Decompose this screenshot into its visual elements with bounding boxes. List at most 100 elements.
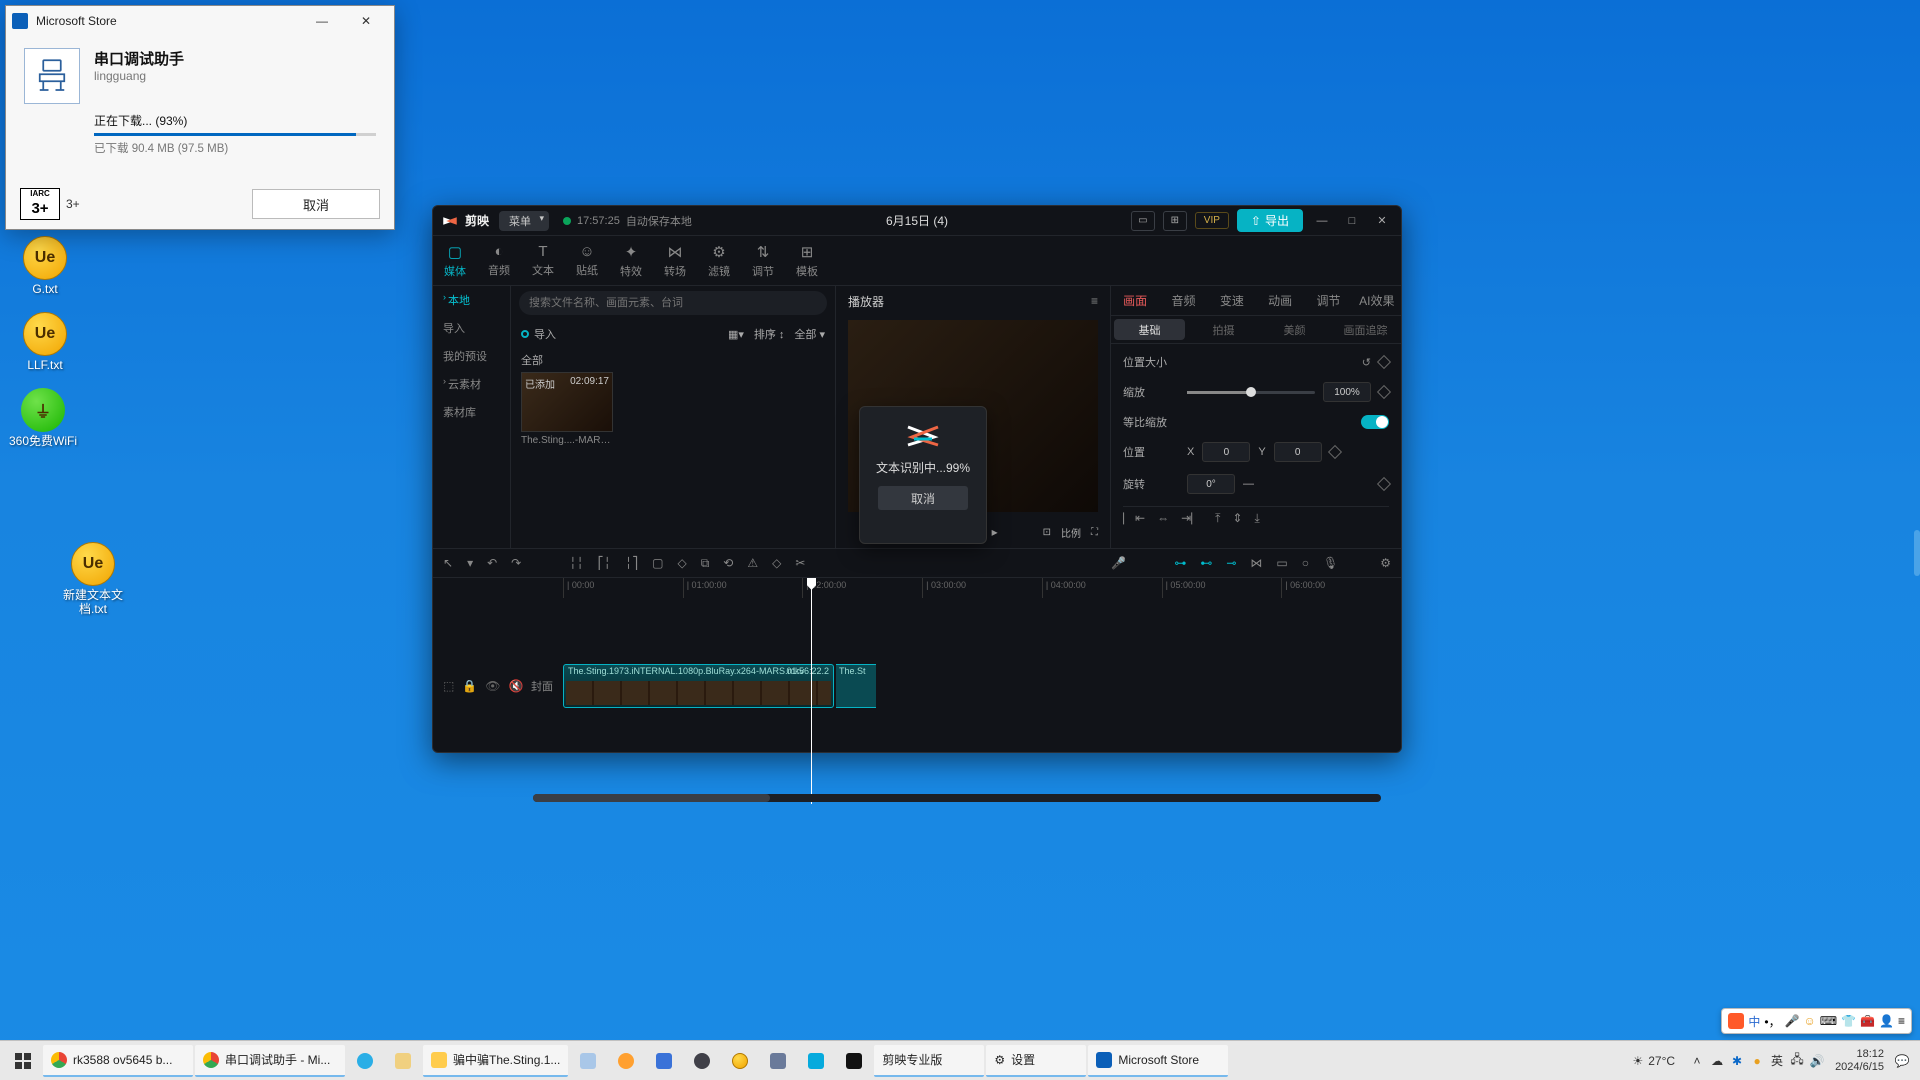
taskbar-notepad[interactable] (570, 1045, 606, 1077)
start-button[interactable] (4, 1045, 42, 1077)
eye-icon[interactable]: 👁 (485, 679, 500, 693)
primary-tab-模板[interactable]: ⊞模板 (785, 236, 829, 285)
lock2-icon[interactable]: 🔒 (462, 679, 477, 693)
vip-badge[interactable]: VIP (1195, 212, 1229, 229)
taskbar-app-3[interactable] (608, 1045, 644, 1077)
taskbar-ue[interactable] (722, 1045, 758, 1077)
tray-bluetooth-icon[interactable]: ✱ (1729, 1053, 1745, 1069)
snap-icon[interactable]: ⊶ (1174, 556, 1186, 570)
taskbar-folder[interactable]: 骗中骗The.Sting.1... (423, 1045, 568, 1077)
sidebar-item-本地[interactable]: ›本地 (433, 286, 510, 314)
editor-close-button[interactable]: ✕ (1371, 211, 1393, 231)
cover-label[interactable]: 封面 (521, 678, 563, 694)
lock-ratio-toggle[interactable] (1361, 415, 1389, 429)
keyframe-icon[interactable] (1328, 445, 1342, 459)
sub-tab-拍摄[interactable]: 拍摄 (1188, 316, 1259, 343)
view-grid-icon[interactable]: ▦▾ (728, 328, 744, 341)
sidebar-item-云素材[interactable]: ›云素材 (433, 370, 510, 398)
scale-slider[interactable] (1187, 391, 1315, 394)
editor-minimize-button[interactable]: — (1311, 211, 1333, 231)
tray-ime-icon[interactable]: 英 (1769, 1053, 1785, 1069)
crop-preview-icon[interactable]: ⊡ (1043, 527, 1051, 538)
filter-button[interactable]: 全部 ▾ (794, 326, 825, 342)
magnet-icon[interactable]: ⊷ (1200, 556, 1212, 570)
tray-network-icon[interactable]: 🖧 (1789, 1053, 1805, 1069)
editor-maximize-button[interactable]: □ (1341, 211, 1363, 231)
mic-icon[interactable]: 🎤 (1111, 556, 1126, 570)
settings-gear-icon[interactable]: ⚙ (1380, 556, 1391, 570)
modal-cancel-button[interactable]: 取消 (878, 486, 968, 510)
link2-icon[interactable]: ⋈ (1250, 556, 1262, 570)
primary-tab-转场[interactable]: ⋈转场 (653, 236, 697, 285)
ime-more-icon[interactable]: ≡ (1898, 1014, 1905, 1028)
dropdown-icon[interactable]: ▾ (467, 556, 473, 570)
import-button[interactable]: 导入 (521, 326, 556, 342)
desktop-icon-wifi[interactable]: ⏚ 360免费WiFi (6, 388, 80, 448)
tray-onedrive-icon[interactable]: ☁ (1709, 1053, 1725, 1069)
export-button[interactable]: ⇧导出 (1237, 209, 1303, 232)
ime-tool-icon[interactable]: 🧰 (1860, 1014, 1875, 1028)
ime-toolbar[interactable]: 中 •， 🎤 ☺ ⌨ 👕 🧰 👤 ≡ (1721, 1008, 1912, 1034)
pos-x-input[interactable]: 0 (1202, 442, 1250, 462)
scale-value[interactable]: 100% (1323, 382, 1371, 402)
prop-tab-画面[interactable]: 画面 (1111, 286, 1159, 315)
taskbar-app-6[interactable] (760, 1045, 796, 1077)
prop-tab-调节[interactable]: 调节 (1304, 286, 1352, 315)
taskbar-app-4[interactable] (646, 1045, 682, 1077)
align-bottom-icon[interactable]: ⤓ (1255, 511, 1260, 526)
sidebar-item-素材库[interactable]: 素材库 (433, 398, 510, 426)
crop-icon[interactable]: ✂ (795, 556, 805, 570)
align-right-icon[interactable]: ⇥⎸ (1181, 511, 1203, 526)
undo-icon[interactable]: ↶ (487, 556, 497, 570)
split-icon[interactable]: ╎╎ (569, 556, 583, 570)
sort-button[interactable]: 排序 ↕ (754, 326, 785, 342)
media-clip[interactable]: 已添加 02:09:17 The.Sting....-MARS.mkv (521, 372, 613, 446)
ms-store-titlebar[interactable]: Microsoft Store — ✕ (6, 6, 394, 36)
tray-notification-icon[interactable]: 💬 (1894, 1053, 1910, 1069)
tray-app-icon[interactable]: ● (1749, 1053, 1765, 1069)
taskbar-app-5[interactable] (684, 1045, 720, 1077)
primary-tab-调节[interactable]: ⇅调节 (741, 236, 785, 285)
split-right-icon[interactable]: ╎⎤ (625, 556, 638, 570)
timeline-ruler[interactable]: | 00:00| 01:00:00| 02:00:00| 03:00:00| 0… (433, 578, 1401, 598)
weather-widget[interactable]: ☀ 27°C (1622, 1054, 1685, 1068)
taskbar-capcut-icon[interactable] (836, 1045, 872, 1077)
zoom-icon[interactable]: ○ (1302, 556, 1309, 570)
ime-punct-icon[interactable]: •， (1764, 1013, 1780, 1030)
sidebar-item-导入[interactable]: 导入 (433, 314, 510, 342)
reverse-icon[interactable]: ⟲ (723, 556, 733, 570)
prop-tab-AI效果[interactable]: AI效果 (1353, 286, 1401, 315)
align-center-h-icon[interactable]: ⇔ (1157, 511, 1169, 526)
link-icon[interactable]: ⊸ (1226, 556, 1236, 570)
taskbar-chrome-2[interactable]: 串口调试助手 - Mi... (195, 1045, 345, 1077)
ime-lang[interactable]: 中 (1748, 1013, 1760, 1030)
taskbar-paint[interactable] (385, 1045, 421, 1077)
align-top-icon[interactable]: ⤒ (1215, 511, 1220, 526)
prop-tab-动画[interactable]: 动画 (1256, 286, 1304, 315)
search-input[interactable] (519, 291, 827, 315)
timeline-clip[interactable]: The.Sting.1973.iNTERNAL.1080p.BluRay.x26… (563, 664, 834, 708)
taskbar-app-1[interactable] (347, 1045, 383, 1077)
preview-icon[interactable]: ▭ (1276, 556, 1287, 570)
ime-emoji-icon[interactable]: ☺ (1804, 1014, 1816, 1028)
preview-menu-icon[interactable]: ≡ (1091, 294, 1098, 308)
layout-button-2[interactable]: ⊞ (1163, 211, 1187, 231)
next-frame-button[interactable]: ▸ (992, 525, 998, 539)
primary-tab-滤镜[interactable]: ⚙滤镜 (697, 236, 741, 285)
ime-mic-icon[interactable]: 🎤 (1785, 1014, 1800, 1028)
taskbar-capcut[interactable]: 剪映专业版 (874, 1045, 984, 1077)
reset-icon[interactable]: ↺ (1362, 356, 1371, 369)
sub-tab-美颜[interactable]: 美颜 (1259, 316, 1330, 343)
select-tool-icon[interactable]: ↖ (443, 556, 453, 570)
mic2-icon[interactable]: 🎙 (1323, 556, 1338, 570)
timeline-scrollbar[interactable] (533, 794, 1381, 802)
ratio-button[interactable]: 比例 (1061, 525, 1081, 540)
editor-titlebar[interactable]: 剪映 菜单 17:57:25 自动保存本地 6月15日 (4) ▭ ⊞ VIP … (433, 206, 1401, 236)
primary-tab-媒体[interactable]: ▢媒体 (433, 236, 477, 285)
cancel-button[interactable]: 取消 (252, 189, 380, 219)
primary-tab-特效[interactable]: ✦特效 (609, 236, 653, 285)
redo-icon[interactable]: ↷ (511, 556, 521, 570)
sidebar-item-我的预设[interactable]: 我的预设 (433, 342, 510, 370)
lock-track-icon[interactable]: ⬚ (443, 679, 454, 693)
primary-tab-文本[interactable]: T文本 (521, 236, 565, 285)
